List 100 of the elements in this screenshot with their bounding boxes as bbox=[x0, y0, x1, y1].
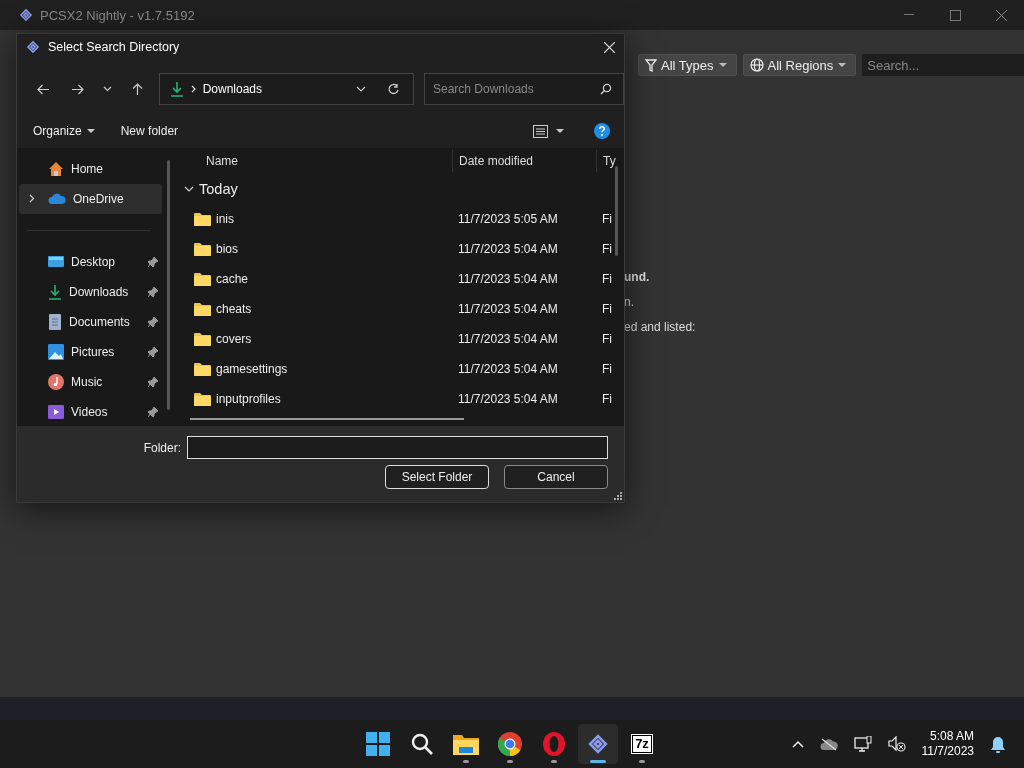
downloads-icon bbox=[48, 284, 62, 300]
new-folder-button[interactable]: New folder bbox=[114, 121, 185, 141]
caret-icon bbox=[556, 128, 564, 134]
file-row[interactable]: covers 11/7/2023 5:04 AM Fi bbox=[180, 324, 624, 354]
view-options-button[interactable] bbox=[533, 124, 564, 138]
file-name: gamesettings bbox=[216, 362, 288, 376]
clock[interactable]: 5:08 AM 11/7/2023 bbox=[921, 729, 974, 759]
date-modified: 11/7/2023 5:04 AM bbox=[457, 302, 559, 316]
message-text: n. bbox=[624, 295, 635, 309]
column-header[interactable]: Name bbox=[206, 150, 238, 172]
group-header[interactable]: Today bbox=[199, 181, 238, 197]
file-name: cache bbox=[216, 272, 249, 286]
search-icon bbox=[600, 83, 612, 95]
taskbar-app[interactable] bbox=[578, 724, 618, 764]
chevron-down-icon bbox=[356, 86, 366, 92]
file-type: Fi bbox=[601, 362, 613, 376]
date-modified: 11/7/2023 5:04 AM bbox=[457, 392, 559, 406]
music-icon bbox=[48, 374, 64, 390]
forward-arrow-icon bbox=[71, 83, 85, 95]
file-type: Fi bbox=[601, 392, 613, 406]
sidebar-item[interactable]: Desktop bbox=[19, 247, 162, 277]
search-field[interactable]: Search Downloads bbox=[424, 73, 624, 105]
filter-dropdown[interactable]: All Types bbox=[638, 54, 737, 76]
refresh-icon bbox=[386, 82, 400, 96]
app-logo-icon bbox=[18, 8, 34, 22]
folder-label: Folder: bbox=[143, 440, 181, 455]
organize-menu[interactable]: Organize bbox=[27, 121, 101, 141]
sidebar-item[interactable]: Downloads bbox=[19, 277, 162, 307]
network-icon[interactable] bbox=[853, 736, 872, 752]
pictures-icon bbox=[48, 344, 64, 360]
address-bar[interactable]: Downloads bbox=[158, 73, 414, 105]
sidebar-item[interactable]: Music bbox=[19, 367, 162, 397]
file-type: Fi bbox=[601, 242, 613, 256]
chevron-icon bbox=[190, 85, 196, 93]
search-field[interactable]: Search... bbox=[862, 54, 1024, 76]
message-text: und. bbox=[624, 270, 651, 284]
windows-logo-icon bbox=[366, 732, 390, 756]
chevron-up-icon[interactable] bbox=[791, 740, 804, 748]
chevron-down-icon bbox=[103, 86, 113, 92]
videos-icon bbox=[48, 405, 64, 419]
folder-icon bbox=[453, 733, 479, 755]
taskbar-app[interactable]: 7z bbox=[622, 724, 662, 764]
file-type: Fi bbox=[601, 332, 613, 346]
file-type: Fi bbox=[601, 212, 613, 226]
home-icon bbox=[48, 161, 64, 177]
caret-icon bbox=[86, 128, 95, 134]
sidebar-item[interactable]: OneDrive bbox=[19, 184, 162, 214]
file-row[interactable]: gamesettings 11/7/2023 5:04 AM Fi bbox=[180, 354, 624, 384]
app-logo-icon bbox=[25, 40, 41, 54]
filter-dropdown[interactable]: All Regions bbox=[742, 54, 857, 76]
date-modified: 11/7/2023 5:04 AM bbox=[457, 242, 559, 256]
column-header[interactable]: Date modified bbox=[459, 150, 534, 172]
chevron-down-icon bbox=[184, 186, 194, 192]
bell-icon[interactable] bbox=[990, 735, 1006, 753]
sidebar-item[interactable]: Home bbox=[19, 154, 162, 184]
sidebar-item[interactable]: Videos bbox=[19, 397, 162, 426]
sidebar-item[interactable]: Pictures bbox=[19, 337, 162, 367]
select-folder-button[interactable]: Select Folder bbox=[385, 465, 489, 489]
cancel-button[interactable]: Cancel bbox=[504, 465, 608, 489]
file-row[interactable]: cache 11/7/2023 5:04 AM Fi bbox=[180, 264, 624, 294]
ring-logo-icon bbox=[542, 732, 566, 756]
file-row[interactable]: inis 11/7/2023 5:05 AM Fi bbox=[180, 204, 624, 234]
file-name: covers bbox=[216, 332, 252, 346]
folder-icon bbox=[194, 362, 211, 376]
folder-icon bbox=[194, 302, 211, 316]
folder-icon bbox=[194, 242, 211, 256]
help-icon[interactable] bbox=[594, 123, 610, 139]
file-name: inis bbox=[216, 212, 234, 226]
folder-field[interactable] bbox=[187, 436, 608, 459]
file-row[interactable]: inputprofiles 11/7/2023 5:04 AM Fi bbox=[180, 384, 624, 414]
up-arrow-icon bbox=[132, 82, 144, 96]
message-text: ed and listed: bbox=[624, 320, 696, 334]
file-row[interactable]: cheats 11/7/2023 5:04 AM Fi bbox=[180, 294, 624, 324]
file-row[interactable]: bios 11/7/2023 5:04 AM Fi bbox=[180, 234, 624, 264]
maximize-icon bbox=[949, 9, 961, 21]
download-icon bbox=[169, 81, 184, 97]
column-header[interactable]: Ty bbox=[603, 150, 616, 172]
folder-icon bbox=[194, 212, 211, 226]
cloud-icon[interactable] bbox=[819, 737, 838, 751]
folder-icon bbox=[194, 332, 211, 346]
folder-icon bbox=[194, 272, 211, 286]
caret-icon bbox=[717, 62, 728, 68]
caret-icon bbox=[837, 62, 848, 68]
file-name: bios bbox=[216, 242, 238, 256]
browser-icon bbox=[498, 732, 522, 756]
date-modified: 11/7/2023 5:04 AM bbox=[457, 332, 559, 346]
muted-speaker-icon[interactable] bbox=[887, 736, 906, 752]
globe-icon bbox=[749, 58, 764, 72]
file-type: Fi bbox=[601, 302, 613, 316]
desktop-icon bbox=[48, 255, 64, 269]
close-icon bbox=[603, 41, 615, 53]
close-icon bbox=[995, 9, 1007, 21]
sidebar-item[interactable]: Documents bbox=[19, 307, 162, 337]
file-name: cheats bbox=[216, 302, 252, 316]
file-name: inputprofiles bbox=[216, 392, 281, 406]
onedrive-icon bbox=[48, 193, 66, 205]
date-modified: 11/7/2023 5:05 AM bbox=[457, 212, 559, 226]
window-title: PCSX2 Nightly - v1.7.5192 bbox=[40, 7, 195, 23]
app-logo-label: 7z bbox=[632, 735, 652, 753]
filter-icon bbox=[645, 58, 657, 72]
